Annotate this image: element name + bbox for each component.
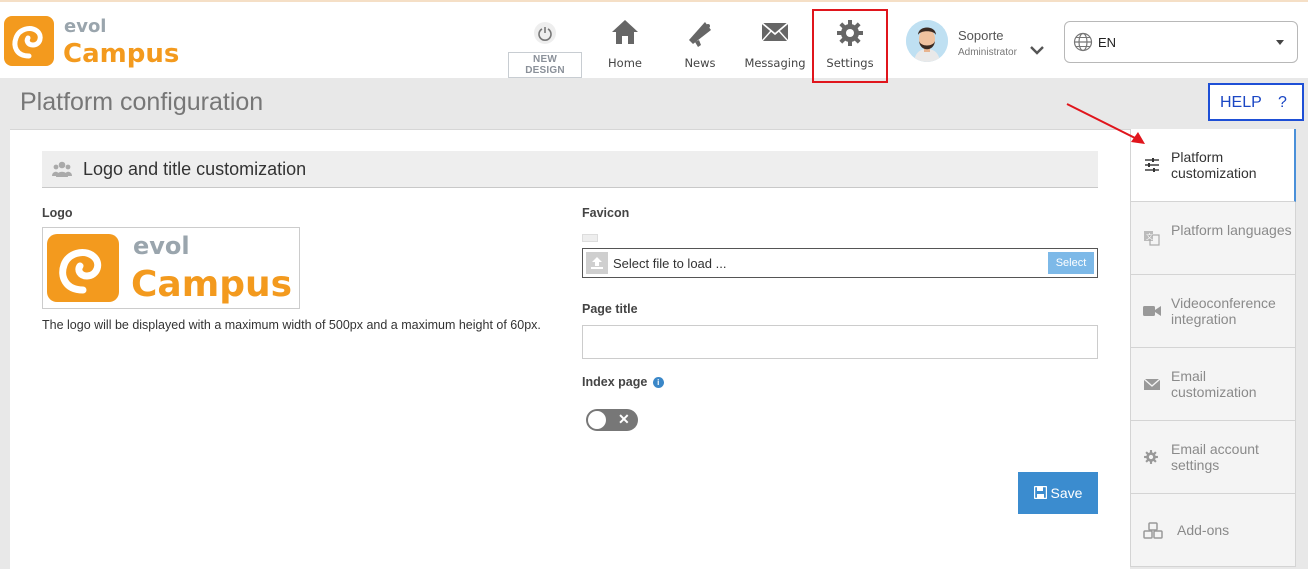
section-title: Logo and title customization bbox=[83, 159, 307, 179]
sliders-icon bbox=[1143, 157, 1161, 173]
tab-platform-languages[interactable]: 文 Platform languages bbox=[1130, 202, 1296, 275]
favicon-label: Favicon bbox=[582, 206, 630, 220]
file-placeholder: Select file to load ... bbox=[613, 256, 727, 271]
index-page-toggle[interactable]: ✕ bbox=[586, 409, 638, 431]
nav-messaging[interactable]: Messaging bbox=[740, 18, 810, 72]
floppy-icon bbox=[1033, 485, 1047, 500]
logo-help-text: The logo will be displayed with a maximu… bbox=[42, 318, 541, 332]
tab-label: Email customization bbox=[1171, 368, 1257, 400]
translate-icon: 文 bbox=[1143, 230, 1161, 246]
nav-news[interactable]: News bbox=[665, 18, 735, 72]
users-icon bbox=[52, 161, 72, 182]
caret-down-icon bbox=[1276, 40, 1284, 45]
new-design-badge: NEW DESIGN bbox=[508, 52, 582, 78]
index-page-label-text: Index page bbox=[582, 375, 648, 389]
brand-top-text: evol bbox=[64, 16, 106, 37]
user-name: Soporte bbox=[958, 28, 1004, 43]
tab-label: Email account settings bbox=[1171, 441, 1259, 473]
close-icon: ✕ bbox=[618, 411, 630, 427]
envelope-icon bbox=[740, 18, 810, 48]
video-camera-icon bbox=[1143, 303, 1161, 319]
tab-videoconference-integration[interactable]: Videoconference integration bbox=[1130, 275, 1296, 348]
home-icon bbox=[590, 18, 660, 48]
cubes-icon bbox=[1143, 522, 1163, 539]
user-role: Administrator bbox=[958, 47, 1017, 58]
brand-bottom-text: Campus bbox=[63, 39, 179, 69]
top-navigation-bar: evol Campus NEW DESIGN Home News Messagi… bbox=[0, 0, 1308, 83]
tab-email-account-settings[interactable]: Email account settings bbox=[1130, 421, 1296, 494]
nav-messaging-label: Messaging bbox=[744, 56, 806, 70]
logo-label: Logo bbox=[42, 206, 73, 220]
tab-label: Platform customization bbox=[1171, 149, 1257, 181]
index-page-label: Index page i bbox=[582, 375, 664, 389]
gear-icon bbox=[1143, 449, 1161, 465]
preview-brand-bottom: Campus bbox=[131, 264, 292, 305]
settings-highlight-box bbox=[812, 9, 888, 83]
preview-brand-top: evol bbox=[133, 232, 190, 260]
info-icon[interactable]: i bbox=[652, 377, 664, 388]
favicon-preview bbox=[582, 234, 598, 242]
nav-home[interactable]: Home bbox=[590, 18, 660, 72]
svg-text:文: 文 bbox=[1146, 232, 1153, 241]
favicon-file-input[interactable]: Select file to load ... Select bbox=[582, 248, 1098, 278]
select-file-button[interactable]: Select bbox=[1048, 252, 1094, 274]
tab-add-ons[interactable]: Add-ons bbox=[1130, 494, 1296, 567]
megaphone-icon bbox=[665, 18, 735, 48]
save-button[interactable]: Save bbox=[1018, 472, 1098, 514]
save-button-label: Save bbox=[1050, 485, 1083, 501]
power-icon bbox=[534, 22, 556, 44]
logo-preview[interactable]: evol Campus bbox=[42, 227, 300, 309]
avatar bbox=[906, 20, 948, 62]
envelope-icon bbox=[1143, 376, 1161, 392]
main-panel: Logo and title customization Logo evol C… bbox=[10, 129, 1130, 569]
section-header: Logo and title customization bbox=[42, 151, 1098, 188]
nav-home-label: Home bbox=[608, 56, 642, 70]
help-button[interactable]: HELP ? bbox=[1208, 83, 1304, 121]
tab-label: Videoconference integration bbox=[1171, 295, 1276, 327]
tab-label: Platform languages bbox=[1171, 222, 1292, 238]
page-title: Platform configuration bbox=[20, 88, 264, 116]
nav-news-label: News bbox=[684, 56, 716, 70]
new-design-toggle[interactable]: NEW DESIGN bbox=[508, 22, 582, 78]
user-menu[interactable]: Soporte Administrator bbox=[906, 20, 1056, 66]
page-title-input[interactable] bbox=[582, 325, 1098, 359]
help-label: HELP bbox=[1220, 94, 1262, 111]
tab-email-customization[interactable]: Email customization bbox=[1130, 348, 1296, 421]
question-icon: ? bbox=[1278, 94, 1287, 111]
annotation-arrow-icon bbox=[1066, 103, 1145, 144]
evolcampus-logo[interactable]: evol Campus bbox=[4, 14, 184, 70]
language-select[interactable]: EN bbox=[1064, 21, 1298, 63]
tab-label: Add-ons bbox=[1177, 522, 1230, 538]
chevron-down-icon[interactable] bbox=[1030, 42, 1044, 60]
page-title-label: Page title bbox=[582, 302, 638, 316]
upload-icon bbox=[586, 252, 608, 274]
language-value: EN bbox=[1098, 35, 1117, 50]
globe-icon bbox=[1073, 32, 1093, 57]
toggle-knob bbox=[588, 411, 606, 429]
